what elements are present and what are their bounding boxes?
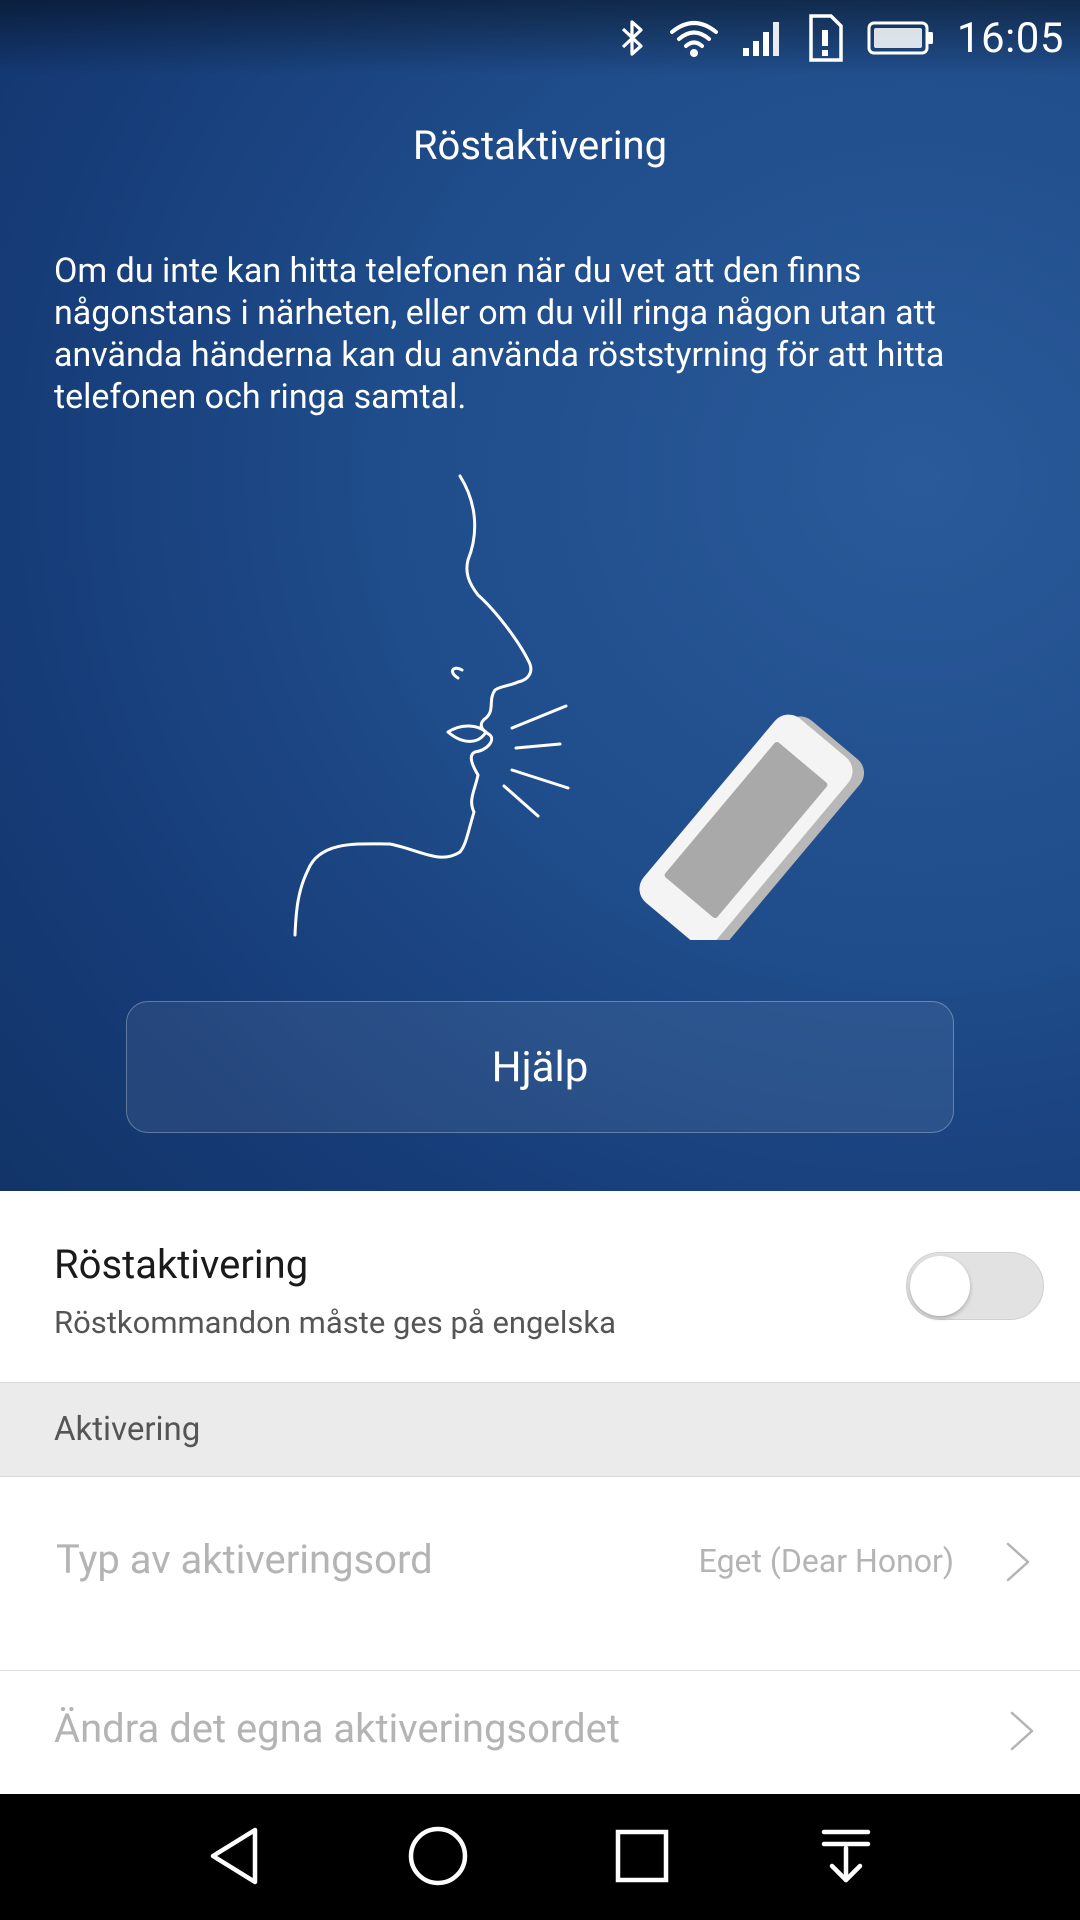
status-time: 16:05 xyxy=(956,13,1064,63)
row-divider xyxy=(0,1670,1080,1671)
help-button[interactable]: Hjälp xyxy=(126,1001,954,1133)
section-header-activation: Aktivering xyxy=(0,1382,1080,1477)
wifi-icon xyxy=(669,18,719,58)
change-wake-word-row[interactable]: Ändra det egna aktiveringsordet xyxy=(0,1647,1080,1815)
notification-pull-icon[interactable] xyxy=(816,1824,876,1892)
home-icon[interactable] xyxy=(406,1824,470,1892)
section-header-label: Aktivering xyxy=(54,1410,201,1449)
voice-activation-title: Röstaktivering xyxy=(54,1241,309,1288)
chevron-right-icon xyxy=(1004,1540,1032,1588)
settings-sheet: Röstaktivering Röstkommandon måste ges p… xyxy=(0,1191,1080,1794)
voice-activation-row[interactable]: Röstaktivering Röstkommandon måste ges p… xyxy=(0,1191,1080,1382)
status-bar: 16:05 xyxy=(0,0,1080,75)
voice-activation-subtitle: Röstkommandon måste ges på engelska xyxy=(54,1304,616,1341)
page-title: Röstaktivering xyxy=(412,122,668,169)
hero-panel: 16:05 Röstaktivering Om du inte kan hitt… xyxy=(0,0,1080,1191)
battery-icon xyxy=(867,21,935,55)
voice-activation-toggle[interactable] xyxy=(906,1252,1044,1320)
wake-word-type-value: Eget (Dear Honor) xyxy=(698,1542,954,1580)
navigation-bar xyxy=(0,1794,1080,1920)
wake-word-type-label: Typ av aktiveringsord xyxy=(56,1536,433,1583)
change-wake-word-label: Ändra det egna aktiveringsordet xyxy=(54,1705,620,1752)
feature-description: Om du inte kan hitta telefonen när du ve… xyxy=(54,251,945,417)
status-icons: 16:05 xyxy=(619,12,1064,64)
chevron-right-icon xyxy=(1008,1709,1036,1757)
voice-illustration xyxy=(293,474,865,940)
wake-word-type-row[interactable]: Typ av aktiveringsord Eget (Dear Honor) xyxy=(0,1478,1080,1646)
toggle-knob xyxy=(910,1256,970,1316)
bluetooth-icon xyxy=(619,18,647,58)
recents-icon[interactable] xyxy=(612,1824,672,1892)
sim-alert-icon xyxy=(805,14,845,62)
cell-signal-icon xyxy=(741,18,783,58)
back-icon[interactable] xyxy=(205,1824,265,1892)
